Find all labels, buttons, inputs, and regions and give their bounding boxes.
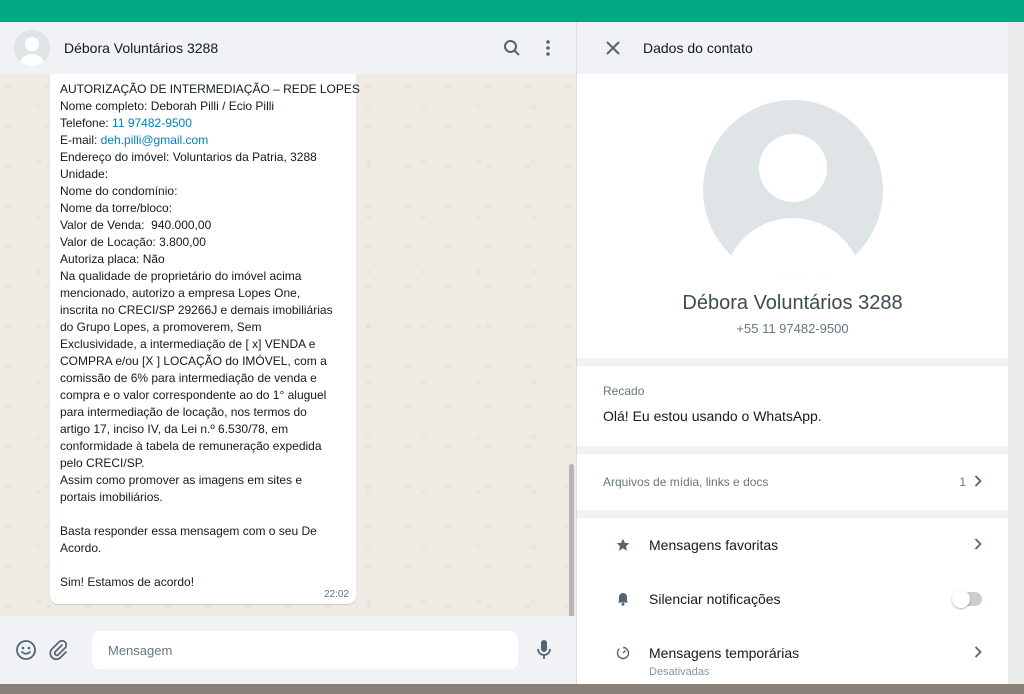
- message-line: Nome do condomínio:: [60, 184, 178, 198]
- message-line: Basta responder essa mensagem com o seu …: [60, 524, 317, 538]
- emoji-icon[interactable]: [10, 634, 42, 666]
- message-line: portais imobiliários.: [60, 490, 163, 504]
- contact-panel-title: Dados do contato: [643, 40, 753, 56]
- message-line: conformidade à tabela de remuneração exp…: [60, 439, 322, 453]
- chat-panel: Débora Voluntários 3288 AUTORIZAÇÃO DE I…: [0, 22, 576, 684]
- message-line: mencionado, autorizo a empresa Lopes One…: [60, 286, 301, 300]
- about-label: Recado: [603, 384, 645, 398]
- message-time: 22:02: [323, 589, 349, 600]
- profile-phone: +55 11 97482-9500: [736, 321, 849, 336]
- composer-bar: [0, 616, 576, 684]
- chat-title[interactable]: Débora Voluntários 3288: [64, 40, 490, 56]
- message-line: Exclusividade, a intermediação de [ x] V…: [60, 337, 316, 351]
- chat-header[interactable]: Débora Voluntários 3288: [0, 22, 576, 74]
- message-line: do Grupo Lopes, a promoverem, Sem: [60, 320, 262, 334]
- message-line: Acordo.: [60, 541, 102, 555]
- contact-avatar[interactable]: [14, 30, 50, 66]
- about-section: Recado Olá! Eu estou usando o WhatsApp.: [577, 366, 1008, 446]
- message-line: AUTORIZAÇÃO DE INTERMEDIAÇÃO – REDE LOPE…: [60, 82, 360, 96]
- message-line: Endereço do imóvel: Voluntarios da Patri…: [60, 150, 317, 164]
- search-icon[interactable]: [498, 34, 526, 62]
- chevron-right-icon: [974, 537, 982, 553]
- message-line: [60, 506, 346, 523]
- about-text: Olá! Eu estou usando o WhatsApp.: [603, 408, 822, 424]
- mute-notifications-row[interactable]: Silenciar notificações: [577, 572, 1008, 626]
- message-line: Sim! Estamos de acordo!: [60, 575, 195, 589]
- message-bubble[interactable]: AUTORIZAÇÃO DE INTERMEDIAÇÃO – REDE LOPE…: [50, 74, 360, 604]
- starred-messages-row[interactable]: Mensagens favoritas: [577, 518, 1008, 572]
- message-area: AUTORIZAÇÃO DE INTERMEDIAÇÃO – REDE LOPE…: [0, 74, 576, 664]
- contact-header: Dados do contato: [577, 22, 1008, 74]
- message-line: Autoriza placa: Não: [60, 252, 165, 266]
- message-line: Assim como promover as imagens em sites …: [60, 473, 303, 487]
- message-line: Unidade:: [60, 167, 109, 181]
- message-line: Telefone: 11 97482-9500: [60, 116, 192, 130]
- message-line: para intermediação de locação, nos termo…: [60, 405, 307, 419]
- profile-section: Débora Voluntários 3288 +55 11 97482-950…: [577, 74, 1008, 358]
- media-links-docs-row[interactable]: Arquivos de mídia, links e docs 1: [577, 454, 1008, 510]
- email-link[interactable]: deh.pilli@gmail.com: [101, 133, 209, 147]
- media-label: Arquivos de mídia, links e docs: [603, 475, 769, 489]
- message-line: Valor de Venda: 940.000,00: [60, 218, 212, 232]
- message-input[interactable]: [92, 631, 518, 669]
- chevron-right-icon: [974, 645, 982, 661]
- media-count: 1: [959, 475, 966, 489]
- close-icon[interactable]: [601, 36, 625, 60]
- timer-icon: [615, 646, 631, 660]
- profile-name: Débora Voluntários 3288: [682, 292, 903, 314]
- microphone-icon[interactable]: [528, 634, 560, 666]
- profile-avatar[interactable]: [702, 100, 883, 280]
- message-line: artigo 17, inciso IV, da Lei n.º 6.530/7…: [60, 422, 289, 436]
- app-top-bar: [0, 0, 1024, 22]
- option-label: Mensagens temporárias: [649, 645, 800, 661]
- message-line: Nome da torre/bloco:: [60, 201, 173, 215]
- option-label: Mensagens favoritas: [649, 537, 779, 553]
- options-section: Mensagens favoritas Silenciar notificaçõ…: [577, 518, 1008, 684]
- option-sublabel: Desativadas: [649, 666, 710, 678]
- message-line: compra e o valor correspondente ao do 1°…: [60, 388, 327, 402]
- disappearing-messages-row[interactable]: Mensagens temporárias Desativadas: [577, 626, 1008, 680]
- message-line: comissão de 6% para intermediação de ven…: [60, 371, 317, 385]
- desktop-strip: [0, 684, 1024, 694]
- message-line: COMPRA e/ou [X ] LOCAÇÃO do IMÓVEL, com …: [60, 354, 327, 368]
- bell-icon: [615, 592, 631, 606]
- message-line: inscrita no CRECI/SP 29266J e demais imo…: [60, 303, 333, 317]
- mute-toggle[interactable]: [952, 590, 982, 608]
- chevron-right-icon: [974, 474, 982, 490]
- message-line: Nome completo: Deborah Pilli / Ecio Pill…: [60, 99, 275, 113]
- attach-icon[interactable]: [42, 634, 74, 666]
- contact-info-panel: Dados do contato Débora Voluntários 3288…: [577, 22, 1008, 684]
- message-line: E-mail: deh.pilli@gmail.com: [60, 133, 209, 147]
- option-label: Silenciar notificações: [649, 591, 781, 607]
- star-icon: [615, 538, 631, 552]
- phone-link[interactable]: 11 97482-9500: [112, 116, 192, 130]
- message-line: pelo CRECI/SP.: [60, 456, 145, 470]
- message-line: [60, 557, 346, 574]
- message-line: Valor de Locação: 3.800,00: [60, 235, 206, 249]
- menu-dots-icon[interactable]: [534, 34, 562, 62]
- message-line: Na qualidade de proprietário do imóvel a…: [60, 269, 302, 283]
- window-edge: [1008, 22, 1024, 684]
